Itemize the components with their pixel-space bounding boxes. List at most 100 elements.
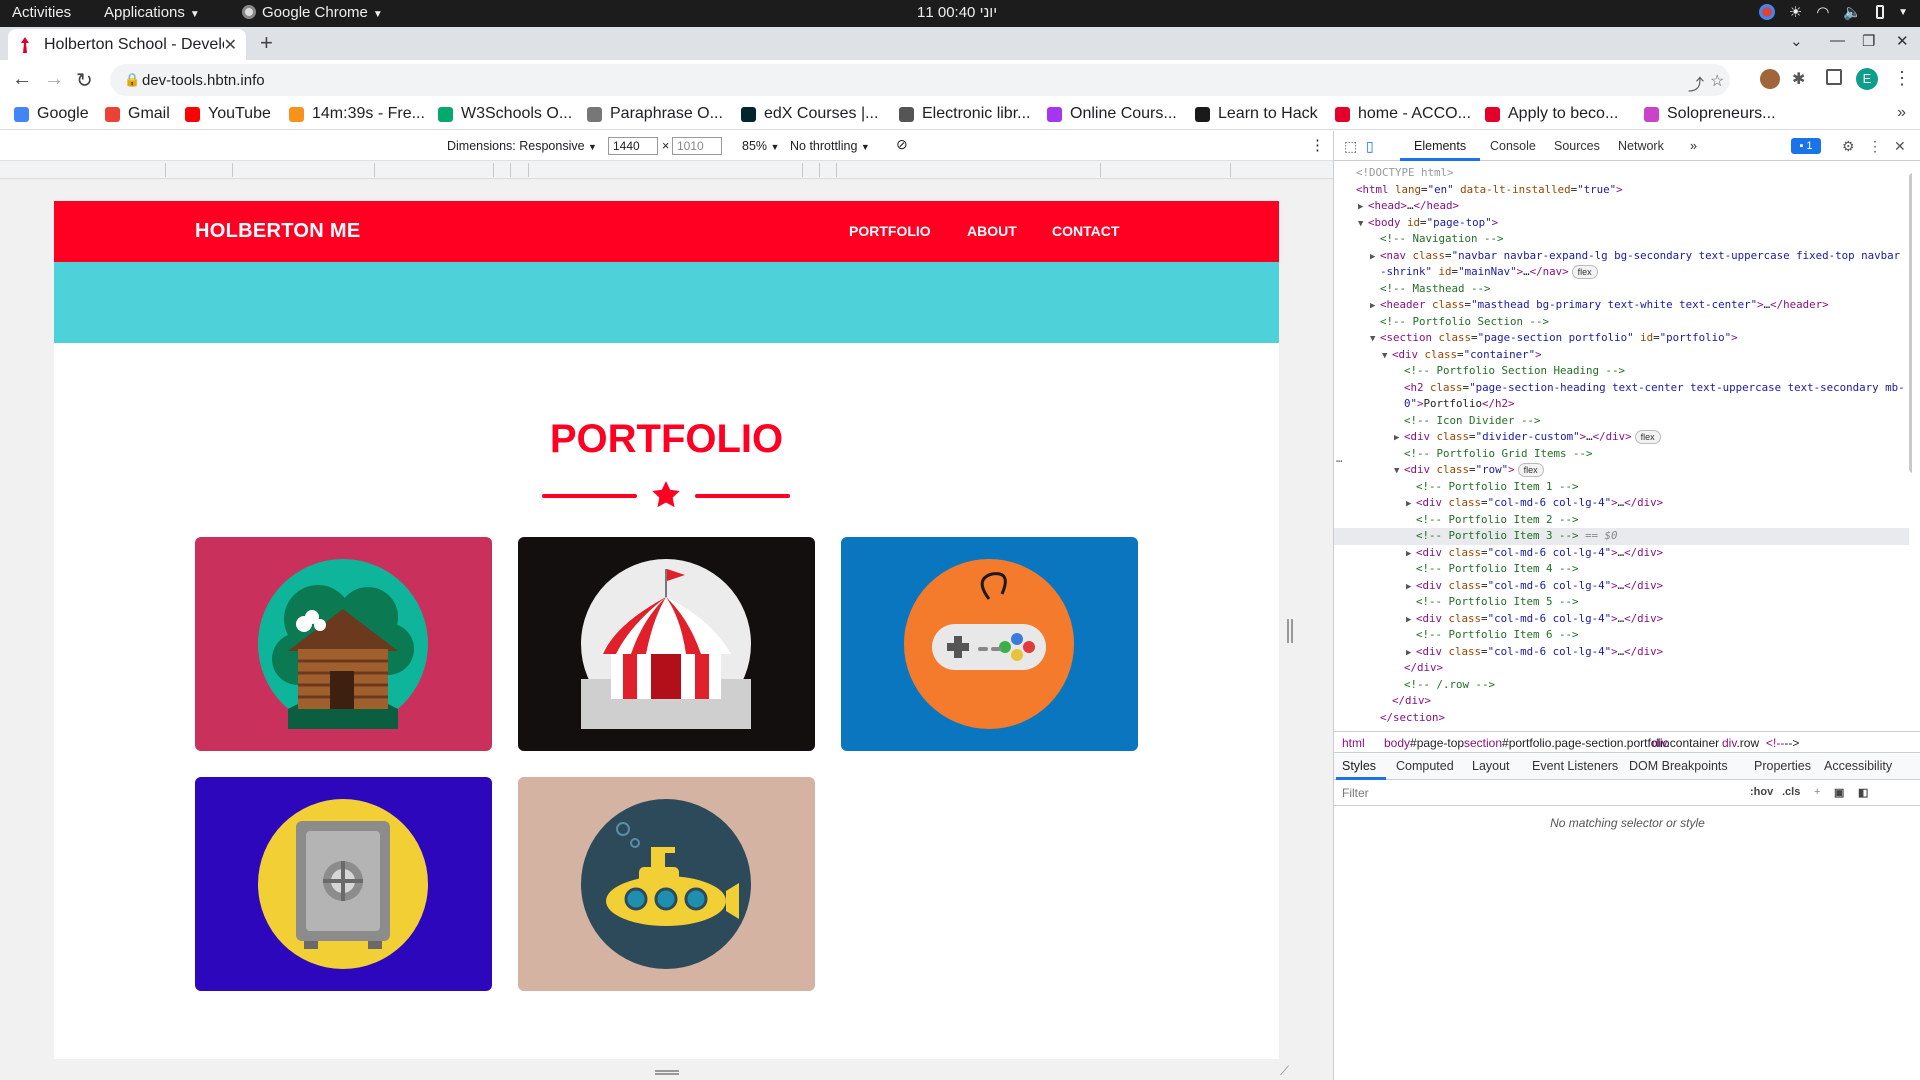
settings-gear-icon[interactable]: ⚙	[1842, 138, 1855, 155]
dom-node-line[interactable]: <!-- Portfolio Section Heading -->	[1334, 363, 1909, 380]
dom-node-line[interactable]: ▶ <div class="col-md-6 col-lg-4">…</div>	[1334, 578, 1909, 595]
tab-elements[interactable]: Elements	[1414, 139, 1466, 153]
dom-node-line[interactable]: <!-- Masthead -->	[1334, 281, 1909, 298]
dom-node-line[interactable]: <!DOCTYPE html>	[1334, 165, 1909, 182]
nav-link-portfolio[interactable]: PORTFOLIO	[849, 223, 931, 239]
expand-triangle-closed-icon[interactable]: ▶	[1406, 579, 1416, 596]
url-text[interactable]: dev-tools.hbtn.info	[142, 72, 265, 89]
devtools-close-icon[interactable]: ✕	[1894, 138, 1906, 155]
dom-node-line[interactable]: ▼ <div class="row"> flex	[1334, 462, 1909, 479]
volume-icon[interactable]: 🔈	[1843, 3, 1862, 21]
tab-console[interactable]: Console	[1490, 139, 1536, 153]
restore-icon[interactable]: ❐	[1862, 32, 1875, 50]
dom-node-line[interactable]: <!-- Navigation -->	[1334, 231, 1909, 248]
portfolio-item-circus-tent[interactable]	[518, 537, 815, 751]
dom-node-line[interactable]: </section>	[1334, 710, 1909, 726]
media-query-ruler[interactable]	[0, 161, 1333, 179]
subtab-layout[interactable]: Layout	[1472, 759, 1510, 773]
dom-node-line[interactable]: ▶ <div class="col-md-6 col-lg-4">…</div>	[1334, 545, 1909, 562]
subtab-properties[interactable]: Properties	[1754, 759, 1811, 773]
expand-triangle-open-icon[interactable]: ▼	[1370, 331, 1380, 348]
system-menu-chevron-icon[interactable]: ▼	[1898, 7, 1908, 18]
breadcrumb-item[interactable]: div.row	[1722, 736, 1759, 750]
issues-badge[interactable]: ▪ 1	[1791, 138, 1821, 154]
more-tabs-icon[interactable]: »	[1690, 139, 1697, 153]
dom-node-line[interactable]: <!-- Portfolio Item 3 --> == $0	[1334, 528, 1909, 545]
extensions-puzzle-icon[interactable]: ✱	[1792, 69, 1812, 89]
brightness-icon[interactable]: ☀	[1789, 3, 1802, 21]
styles-filter-input[interactable]: Filter	[1342, 786, 1369, 800]
chrome-app-menu[interactable]: Google Chrome ▼	[242, 4, 383, 21]
nav-link-contact[interactable]: CONTACT	[1052, 223, 1119, 239]
subtab-dom-breakpoints[interactable]: DOM Breakpoints	[1629, 759, 1728, 773]
expand-triangle-closed-icon[interactable]: ▶	[1406, 612, 1416, 629]
throttling-select[interactable]: No throttling ▼	[790, 139, 870, 153]
dom-node-line[interactable]: ▶ <nav class="navbar navbar-expand-lg bg-…	[1334, 248, 1909, 265]
chrome-tray-icon[interactable]	[1758, 4, 1775, 20]
bookmark-item[interactable]: W3Schools O...	[438, 105, 572, 123]
rotate-icon[interactable]: ⊘	[896, 136, 908, 153]
subtab-accessibility[interactable]: Accessibility	[1824, 759, 1892, 773]
back-icon[interactable]: ←	[12, 68, 32, 91]
side-panel-icon[interactable]	[1826, 69, 1842, 85]
breadcrumb-item[interactable]: <!---->	[1766, 736, 1799, 750]
battery-icon[interactable]	[1876, 5, 1885, 19]
browser-tab[interactable]: Holberton School - Developer Tools ✕	[8, 29, 246, 60]
dom-node-line[interactable]: <!-- Icon Divider -->	[1334, 413, 1909, 430]
viewport-resize-handle-bottom[interactable]	[655, 1070, 679, 1075]
viewport-resize-corner-icon[interactable]: ⟋	[1280, 1063, 1289, 1079]
dom-node-line[interactable]: ▶ <div class="col-md-6 col-lg-4">…</div>	[1334, 611, 1909, 628]
dom-node-line[interactable]: <!-- Portfolio Grid Items -->	[1334, 446, 1909, 463]
dom-node-line[interactable]: <h2 class="page-section-heading text-cen…	[1334, 380, 1909, 397]
wifi-icon[interactable]: ◠	[1816, 3, 1829, 21]
expand-triangle-open-icon[interactable]: ▼	[1358, 216, 1368, 233]
expand-triangle-closed-icon[interactable]: ▶	[1406, 645, 1416, 662]
breadcrumb-item[interactable]: div.container	[1652, 736, 1719, 750]
expand-triangle-closed-icon[interactable]: ▶	[1394, 430, 1404, 447]
lock-icon[interactable]: 🔒	[124, 72, 140, 88]
subtab-computed[interactable]: Computed	[1396, 759, 1454, 773]
dom-node-line[interactable]: <!-- Portfolio Item 4 -->	[1334, 561, 1909, 578]
system-tray[interactable]: ☀ ◠ 🔈 ▼	[1758, 3, 1908, 21]
close-window-icon[interactable]: ✕	[1896, 32, 1909, 50]
dom-node-line[interactable]: <html lang="en" data-lt-installed="true"…	[1334, 182, 1909, 199]
bookmark-item[interactable]: Solopreneurs...	[1644, 105, 1776, 123]
reload-icon[interactable]: ↻	[76, 68, 93, 93]
bookmark-item[interactable]: Google	[14, 105, 89, 123]
viewport-resize-handle-right[interactable]	[1287, 619, 1293, 643]
tab-sources[interactable]: Sources	[1554, 139, 1600, 153]
new-tab-icon[interactable]: +	[260, 30, 273, 56]
computed-styles-toggle-icon[interactable]: ▣	[1834, 786, 1844, 799]
activities-button[interactable]: Activities	[12, 4, 71, 21]
portfolio-item-safe[interactable]	[195, 777, 492, 991]
tab-close-icon[interactable]: ✕	[224, 35, 237, 55]
bookmark-star-icon[interactable]: ☆	[1710, 71, 1724, 91]
expand-triangle-closed-icon[interactable]: ▶	[1358, 199, 1368, 216]
expand-triangle-closed-icon[interactable]: ▶	[1370, 298, 1380, 315]
dom-node-line[interactable]: ▶ <div class="col-md-6 col-lg-4">…</div>	[1334, 644, 1909, 661]
portfolio-item-game-controller[interactable]	[841, 537, 1138, 751]
bookmark-item[interactable]: Apply to beco...	[1485, 105, 1618, 123]
dom-node-line[interactable]: -shrink" id="mainNav">…</nav> flex	[1334, 264, 1909, 281]
new-style-rule-icon[interactable]: +	[1814, 786, 1820, 798]
dom-node-line[interactable]: <!-- Portfolio Item 2 -->	[1334, 512, 1909, 529]
device-toolbar-toggle-icon[interactable]: ▯	[1366, 138, 1374, 155]
dom-node-line[interactable]: <!-- Portfolio Item 6 -->	[1334, 627, 1909, 644]
cls-toggle[interactable]: .cls	[1782, 786, 1800, 798]
portfolio-item-submarine[interactable]	[518, 777, 815, 991]
dom-node-line[interactable]: <!-- Portfolio Item 1 -->	[1334, 479, 1909, 496]
bookmark-item[interactable]: YouTube	[185, 105, 271, 123]
dom-node-line[interactable]: <!-- Portfolio Item 5 -->	[1334, 594, 1909, 611]
breadcrumb-item[interactable]: html	[1342, 736, 1365, 750]
dom-node-line[interactable]: <!-- Portfolio Section -->	[1334, 314, 1909, 331]
bookmark-item[interactable]: home - ACCO...	[1335, 105, 1471, 123]
bookmark-item[interactable]: Paraphrase O...	[587, 105, 723, 123]
hov-toggle[interactable]: :hov	[1750, 786, 1773, 798]
nav-link-about[interactable]: ABOUT	[967, 223, 1017, 239]
dom-node-line[interactable]: ▼ <div class="container">	[1334, 347, 1909, 364]
bookmark-item[interactable]: Learn to Hack	[1195, 105, 1318, 123]
device-more-icon[interactable]: ⋮	[1310, 136, 1325, 154]
bookmark-item[interactable]: Electronic libr...	[899, 105, 1030, 123]
chrome-menu-icon[interactable]: ⋮	[1893, 68, 1911, 89]
breadcrumb-item[interactable]: section#portfolio.page-section.portfolio	[1464, 736, 1669, 750]
